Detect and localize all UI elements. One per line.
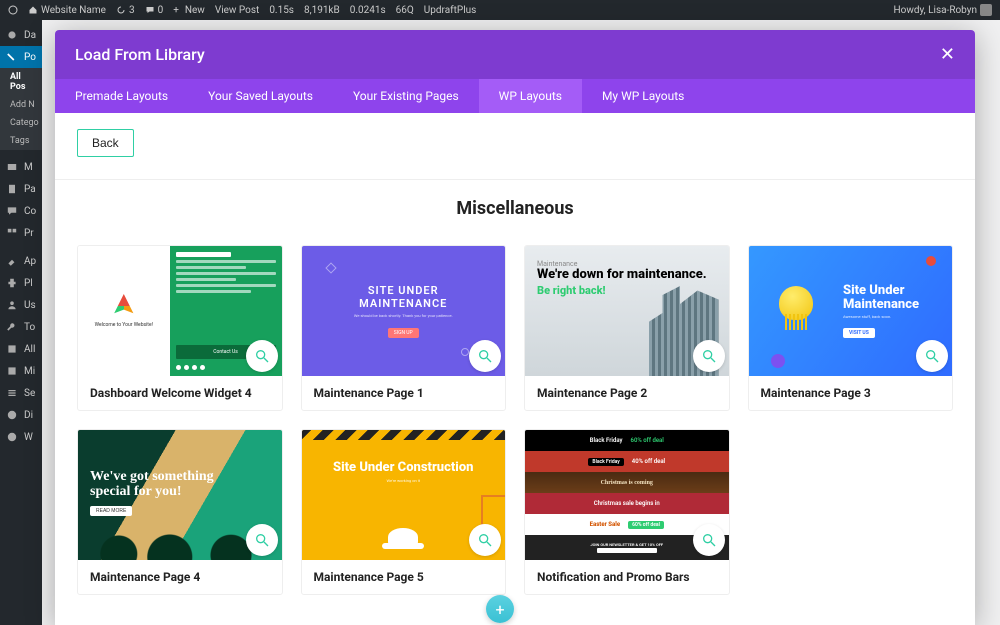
tab-existing-pages[interactable]: Your Existing Pages [333,79,479,113]
sidebar-item-pages[interactable]: Pa [0,178,42,200]
sidebar-item-divi[interactable]: Di [0,404,42,426]
magnify-icon[interactable] [246,524,278,556]
layout-thumbnail: Maintenance We're down for maintenance. … [525,246,729,376]
modal-tabs: Premade Layouts Your Saved Layouts Your … [55,79,975,113]
sidebar-item-posts[interactable]: Po [0,46,42,68]
sidebar-sub-allposts[interactable]: All Pos [0,68,42,96]
layout-label: Notification and Promo Bars [525,560,729,594]
jellyfish-icon [779,286,813,320]
sidebar-item-plugins[interactable]: Pl [0,272,42,294]
layout-thumbnail: Black Friday60% off deal Black Friday40%… [525,430,729,560]
layout-thumbnail: Site Under Construction We're working on… [302,430,506,560]
layout-thumbnail: We've got somethingspecial for you! READ… [78,430,282,560]
sidebar-item-settings[interactable]: Se [0,382,42,404]
howdy-user[interactable]: Howdy, Lisa-Robyn [893,4,992,16]
layout-card[interactable]: We've got somethingspecial for you! READ… [77,429,283,595]
tab-my-wp-layouts[interactable]: My WP Layouts [582,79,704,113]
updraft-link[interactable]: UpdraftPlus [424,5,477,16]
sidebar-item-comments[interactable]: Co [0,200,42,222]
avatar [980,4,992,16]
rocket-icon [112,294,136,318]
sidebar-item-appearance[interactable]: Ap [0,250,42,272]
close-icon[interactable]: ✕ [940,44,955,65]
stat-db: 0.0241s [350,5,386,16]
magnify-icon[interactable] [916,340,948,372]
updates-count[interactable]: 3 [116,5,135,16]
magnify-icon[interactable] [693,340,725,372]
wp-logo-icon[interactable] [8,5,18,15]
sidebar-item-media[interactable]: M [0,156,42,178]
tab-premade-layouts[interactable]: Premade Layouts [55,79,188,113]
magnify-icon[interactable] [469,524,501,556]
sidebar-item-aioseo[interactable]: All [0,338,42,360]
sidebar-item-users[interactable]: Us [0,294,42,316]
sidebar-item-dashboard[interactable]: Da [0,24,42,46]
wp-sidebar: Da Po All Pos Add N Catego Tags M Pa Co … [0,20,42,625]
divider [55,179,975,180]
magnify-icon[interactable] [693,524,725,556]
layout-label: Dashboard Welcome Widget 4 [78,376,282,410]
tab-wp-layouts[interactable]: WP Layouts [479,79,582,113]
layout-thumbnail: Welcome to Your Website! [78,246,282,376]
sidebar-sub-addnew[interactable]: Add N [0,96,42,114]
sidebar-item-mi[interactable]: Mi [0,360,42,382]
stat-time: 0.15s [269,5,294,16]
layout-thumbnail: Site Under Maintenance Awesome stuff, ba… [749,246,953,376]
back-button[interactable]: Back [77,129,134,157]
stat-q: 66Q [396,5,414,16]
layout-card[interactable]: Maintenance We're down for maintenance. … [524,245,730,411]
view-post-link[interactable]: View Post [215,5,259,16]
layout-card[interactable]: Welcome to Your Website! Dashboa [77,245,283,411]
layout-card[interactable]: SITE UNDERMAINTENANCE We should be back … [301,245,507,411]
sidebar-item-projects[interactable]: Pr [0,222,42,244]
sidebar-item-wplayouts[interactable]: W [0,426,42,448]
layout-label: Maintenance Page 4 [78,560,282,594]
magnify-icon[interactable] [246,340,278,372]
layout-card[interactable]: Site Under Maintenance Awesome stuff, ba… [748,245,954,411]
stat-mem: 8,191kB [304,5,340,16]
magnify-icon[interactable] [469,340,501,372]
section-title: Miscellaneous [77,198,953,219]
layout-card[interactable]: Site Under Construction We're working on… [301,429,507,595]
new-button[interactable]: +New [173,5,205,16]
modal-header: Load From Library ✕ [55,30,975,79]
layout-grid: Welcome to Your Website! Dashboa [77,245,953,595]
modal-body: Back Miscellaneous Welcome to Your Websi… [55,113,975,625]
layout-label: Maintenance Page 5 [302,560,506,594]
layout-card[interactable]: Black Friday60% off deal Black Friday40%… [524,429,730,595]
sidebar-sub-categories[interactable]: Catego [0,114,42,132]
wp-admin-bar: Website Name 3 0 +New View Post 0.15s 8,… [0,0,1000,20]
layout-thumbnail: SITE UNDERMAINTENANCE We should be back … [302,246,506,376]
layout-label: Maintenance Page 1 [302,376,506,410]
tab-saved-layouts[interactable]: Your Saved Layouts [188,79,333,113]
modal-title: Load From Library [75,45,205,64]
hardhat-icon [388,528,418,546]
sidebar-item-tools[interactable]: To [0,316,42,338]
layout-label: Maintenance Page 3 [749,376,953,410]
site-name[interactable]: Website Name [28,5,106,16]
add-module-button[interactable]: + [486,595,514,623]
sidebar-sub-tags[interactable]: Tags [0,132,42,150]
comments-count[interactable]: 0 [145,5,164,16]
load-library-modal: Load From Library ✕ Premade Layouts Your… [55,30,975,625]
layout-label: Maintenance Page 2 [525,376,729,410]
